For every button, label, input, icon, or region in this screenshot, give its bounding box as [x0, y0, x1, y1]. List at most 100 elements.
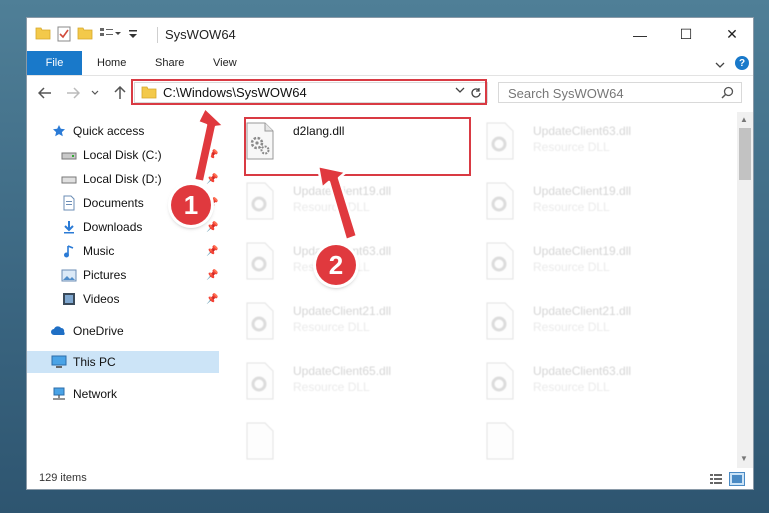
minimize-button[interactable]: — — [617, 18, 663, 51]
videos-icon — [61, 291, 77, 307]
file-item[interactable]: UpdateClient19.dll Resource DLL — [465, 176, 685, 224]
status-bar: 129 items — [27, 467, 753, 491]
file-name: UpdateClient19.dll — [293, 184, 392, 198]
dll-file-icon — [485, 422, 515, 465]
search-icon[interactable] — [721, 86, 734, 104]
vertical-scrollbar[interactable]: ▲ ▼ — [737, 112, 753, 468]
details-view-icon[interactable] — [709, 472, 723, 486]
network-icon — [51, 386, 67, 402]
file-type: Resource DLL — [293, 200, 370, 214]
file-type: Resource DLL — [533, 380, 610, 394]
sidebar-item-label: Documents — [83, 196, 144, 210]
file-type: Resource DLL — [533, 140, 610, 154]
view-options-icon[interactable] — [99, 26, 121, 45]
dll-file-icon — [245, 362, 275, 400]
file-type: Resource DLL — [533, 200, 610, 214]
pin-icon[interactable]: 📌 — [206, 222, 218, 233]
file-item[interactable]: UpdateClient63.dll Resource DLL — [465, 356, 685, 404]
file-item[interactable]: UpdateClient65.dll Resource DLL — [225, 356, 445, 404]
sidebar-item-downloads[interactable]: Downloads — [61, 216, 142, 238]
title-bar: SysWOW64 — ☐ ✕ — [27, 18, 753, 51]
folder-icon[interactable] — [35, 26, 51, 45]
sidebar-item-videos[interactable]: Videos — [61, 288, 119, 310]
sidebar-item-label: Downloads — [83, 220, 143, 234]
file-name: UpdateClient19.dll — [533, 244, 632, 258]
pin-icon[interactable]: 📌 — [206, 174, 218, 185]
item-count: 129 items — [39, 472, 87, 484]
file-item[interactable]: UpdateClient21.dll Resource DLL — [465, 296, 685, 344]
this-pc-icon — [51, 354, 67, 370]
pin-icon[interactable]: 📌 — [206, 246, 218, 257]
new-folder-icon[interactable] — [77, 26, 93, 45]
dll-file-icon — [485, 302, 515, 340]
pin-icon[interactable]: 📌 — [206, 270, 218, 281]
file-name: UpdateClient65.dll — [293, 364, 392, 378]
dll-file-icon — [485, 182, 515, 220]
sidebar-item-local-disk-d[interactable]: Local Disk (D:) — [61, 168, 162, 190]
sidebar-item-label: Network — [73, 387, 118, 401]
scroll-up-icon[interactable]: ▲ — [740, 115, 748, 124]
file-name: UpdateClient63.dll — [533, 364, 632, 378]
tab-share[interactable]: Share — [155, 51, 184, 75]
step-badge-1: 1 — [171, 185, 211, 225]
music-icon — [61, 243, 77, 259]
address-bar-highlight — [131, 79, 487, 105]
maximize-button[interactable]: ☐ — [663, 18, 709, 51]
sidebar-item-local-disk-c[interactable]: Local Disk (C:) — [61, 144, 162, 166]
sidebar-item-onedrive[interactable]: OneDrive — [51, 320, 124, 342]
help-button[interactable]: ? — [735, 56, 749, 70]
sidebar-item-network[interactable]: Network — [51, 383, 117, 405]
title-separator — [157, 27, 158, 43]
navigation-pane: Quick access Local Disk (C:) Local Disk … — [27, 112, 219, 467]
dll-file-icon — [485, 122, 515, 160]
sidebar-item-label: Music — [83, 244, 115, 258]
customize-toolbar-icon[interactable] — [127, 26, 139, 45]
close-button[interactable]: ✕ — [709, 18, 755, 51]
sidebar-item-pictures[interactable]: Pictures — [61, 264, 126, 286]
forward-button[interactable] — [63, 83, 83, 103]
file-row-cut — [225, 416, 737, 466]
onedrive-icon — [51, 323, 67, 339]
file-type: Resource DLL — [293, 380, 370, 394]
forward-arrow-icon — [67, 87, 80, 99]
search-input[interactable]: Search SysWOW64 — [508, 86, 624, 101]
step-badge-2: 2 — [316, 245, 356, 285]
sidebar-item-label: Local Disk (C:) — [83, 148, 162, 162]
file-name: UpdateClient63.dll — [533, 124, 632, 138]
file-name: UpdateClient19.dll — [533, 184, 632, 198]
file-item[interactable]: UpdateClient63.dll Resource DLL — [465, 116, 685, 164]
scroll-down-icon[interactable]: ▼ — [740, 454, 748, 463]
tab-view[interactable]: View — [213, 51, 237, 75]
recent-locations-button[interactable] — [89, 83, 101, 103]
star-icon — [51, 123, 67, 139]
file-item[interactable]: UpdateClient19.dll Resource DLL — [225, 176, 445, 224]
sidebar-item-music[interactable]: Music — [61, 240, 114, 262]
window-title: SysWOW64 — [165, 27, 236, 42]
file-name: UpdateClient21.dll — [293, 304, 392, 318]
sidebar-item-label: OneDrive — [73, 324, 124, 338]
drive-icon — [61, 147, 77, 163]
scrollbar-thumb[interactable] — [739, 128, 751, 180]
sidebar-item-quick-access[interactable]: Quick access — [51, 120, 144, 142]
tab-file[interactable]: File — [27, 51, 82, 75]
tab-home[interactable]: Home — [97, 51, 126, 75]
dll-file-icon — [485, 362, 515, 400]
properties-icon[interactable] — [57, 26, 71, 47]
file-item[interactable]: UpdateClient19.dll Resource DLL — [465, 236, 685, 284]
search-box[interactable]: Search SysWOW64 — [498, 82, 742, 103]
pin-icon[interactable]: 📌 — [206, 150, 218, 161]
sidebar-item-label: Local Disk (D:) — [83, 172, 162, 186]
large-icons-view-icon[interactable] — [729, 472, 745, 486]
expand-ribbon-icon[interactable] — [715, 57, 725, 68]
sidebar-item-documents[interactable]: Documents — [61, 192, 144, 214]
back-button[interactable] — [35, 83, 55, 103]
up-arrow-icon — [114, 86, 126, 99]
chevron-down-icon — [91, 90, 99, 95]
dll-file-icon — [245, 242, 275, 280]
pin-icon[interactable]: 📌 — [206, 294, 218, 305]
pictures-icon — [61, 267, 77, 283]
up-button[interactable] — [111, 83, 129, 103]
sidebar-item-this-pc[interactable]: This PC — [51, 351, 116, 373]
file-item[interactable]: UpdateClient21.dll Resource DLL — [225, 296, 445, 344]
file-name: UpdateClient21.dll — [533, 304, 632, 318]
